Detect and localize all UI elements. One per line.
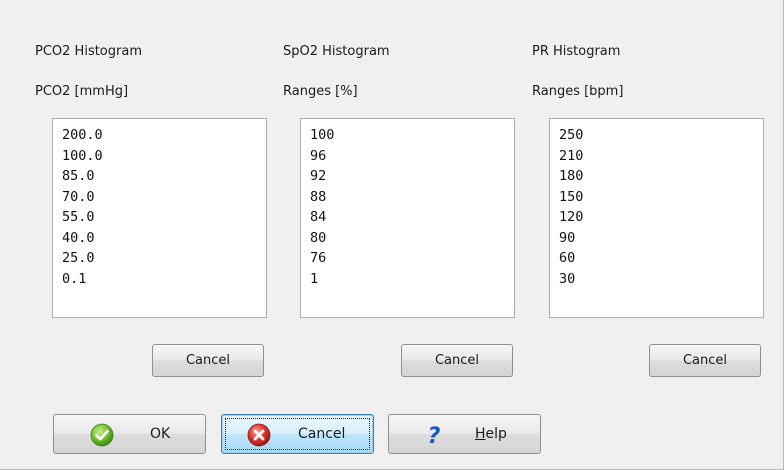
ok-label: OK bbox=[150, 426, 171, 442]
list-item[interactable]: 60 bbox=[559, 248, 763, 269]
list-item[interactable]: 96 bbox=[310, 146, 514, 167]
error-x-icon bbox=[247, 423, 271, 447]
ok-button[interactable]: OK bbox=[53, 414, 206, 454]
help-label: Help bbox=[475, 426, 507, 442]
pr-cancel-button[interactable]: Cancel bbox=[649, 344, 761, 377]
list-item[interactable]: 200.0 bbox=[62, 125, 266, 146]
list-item[interactable]: 100 bbox=[310, 125, 514, 146]
pco2-histogram-title: PCO2 Histogram bbox=[35, 44, 142, 59]
list-item[interactable]: 250 bbox=[559, 125, 763, 146]
spo2-cancel-label: Cancel bbox=[434, 353, 480, 368]
pco2-cancel-label: Cancel bbox=[185, 353, 231, 368]
spo2-cancel-button[interactable]: Cancel bbox=[401, 344, 513, 377]
svg-text:?: ? bbox=[428, 424, 441, 447]
list-item[interactable]: 30 bbox=[559, 269, 763, 290]
list-item[interactable]: 180 bbox=[559, 166, 763, 187]
list-item[interactable]: 84 bbox=[310, 207, 514, 228]
help-label-rest: elp bbox=[485, 426, 507, 442]
list-item[interactable]: 88 bbox=[310, 187, 514, 208]
spo2-histogram-title: SpO2 Histogram bbox=[283, 44, 390, 59]
list-item[interactable]: 25.0 bbox=[62, 248, 266, 269]
list-item[interactable]: 80 bbox=[310, 228, 514, 249]
list-item[interactable]: 40.0 bbox=[62, 228, 266, 249]
list-item[interactable]: 120 bbox=[559, 207, 763, 228]
list-item[interactable]: 70.0 bbox=[62, 187, 266, 208]
list-item[interactable]: 90 bbox=[559, 228, 763, 249]
list-item[interactable]: 76 bbox=[310, 248, 514, 269]
pco2-histogram-section: PCO2 Histogram PCO2 [mmHg] 200.0 100.0 8… bbox=[35, 0, 267, 330]
pco2-cancel-button[interactable]: Cancel bbox=[152, 344, 264, 377]
help-mnemonic: H bbox=[475, 426, 486, 442]
list-item[interactable]: 210 bbox=[559, 146, 763, 167]
pr-histogram-title: PR Histogram bbox=[532, 44, 621, 59]
spo2-units-label: Ranges [%] bbox=[283, 84, 358, 99]
list-item[interactable]: 92 bbox=[310, 166, 514, 187]
pco2-units-label: PCO2 [mmHg] bbox=[35, 84, 129, 99]
question-mark-icon: ? bbox=[428, 424, 441, 447]
histogram-settings-dialog: PCO2 Histogram PCO2 [mmHg] 200.0 100.0 8… bbox=[0, 0, 784, 470]
list-item[interactable]: 1 bbox=[310, 269, 514, 290]
help-button[interactable]: ? Help bbox=[388, 414, 541, 454]
pr-ranges-list[interactable]: 250 210 180 150 120 90 60 30 bbox=[549, 118, 764, 318]
spo2-histogram-section: SpO2 Histogram Ranges [%] 100 96 92 88 8… bbox=[283, 0, 515, 330]
spo2-ranges-list[interactable]: 100 96 92 88 84 80 76 1 bbox=[300, 118, 515, 318]
pr-cancel-label: Cancel bbox=[682, 353, 728, 368]
list-item[interactable]: 0.1 bbox=[62, 269, 266, 290]
cancel-button[interactable]: Cancel bbox=[221, 414, 374, 454]
list-item[interactable]: 150 bbox=[559, 187, 763, 208]
checkmark-icon bbox=[90, 423, 114, 447]
pr-histogram-section: PR Histogram Ranges [bpm] 250 210 180 15… bbox=[532, 0, 764, 330]
pco2-ranges-list[interactable]: 200.0 100.0 85.0 70.0 55.0 40.0 25.0 0.1 bbox=[52, 118, 267, 318]
cancel-label: Cancel bbox=[298, 426, 346, 442]
list-item[interactable]: 55.0 bbox=[62, 207, 266, 228]
list-item[interactable]: 100.0 bbox=[62, 146, 266, 167]
list-item[interactable]: 85.0 bbox=[62, 166, 266, 187]
pr-units-label: Ranges [bpm] bbox=[532, 84, 624, 99]
